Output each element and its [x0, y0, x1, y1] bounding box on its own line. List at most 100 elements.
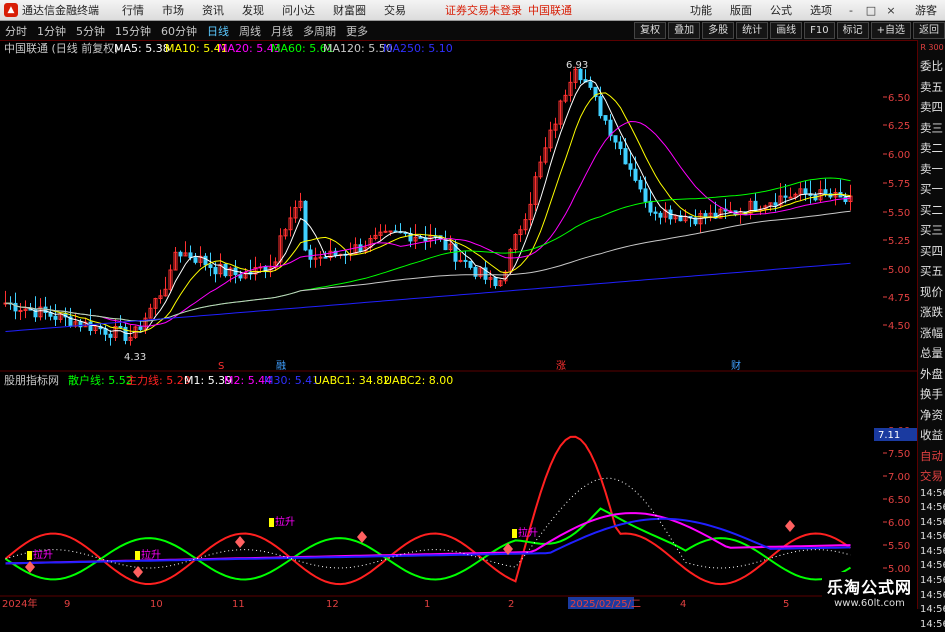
menu-discover[interactable]: 发现 [233, 2, 273, 18]
ma-line [5, 92, 851, 333]
y-tick-sub: 7.00 [888, 472, 910, 483]
x-axis-label: 2025/02/25/二 [570, 599, 641, 609]
candle-body [803, 188, 808, 195]
period-15min[interactable]: 15分钟 [110, 23, 156, 39]
multi-stock-button[interactable]: 多股 [702, 22, 735, 39]
x-axis-label: 12 [326, 599, 339, 609]
side-panel-item[interactable]: 14:56 [918, 530, 945, 545]
y-tick-main: 6.25 [888, 121, 910, 132]
side-panel-item[interactable]: 涨幅 [918, 323, 945, 344]
menu-wealth[interactable]: 财富圈 [324, 2, 375, 18]
side-panel-item[interactable]: 换手 [918, 384, 945, 405]
menu-ask[interactable]: 问小达 [273, 2, 324, 18]
sub-y-axis: 8.007.507.006.506.005.505.00 [883, 426, 910, 575]
candle-body [108, 333, 113, 338]
side-panel-item[interactable]: 涨跌 [918, 302, 945, 323]
y-tick-main: 5.75 [888, 179, 910, 190]
side-panel-item[interactable]: 净资 [918, 405, 945, 426]
uabc2-label: UABC2: 8.00 [384, 374, 453, 387]
menu-function[interactable]: 功能 [681, 2, 721, 18]
guest-label[interactable]: 游客 [915, 2, 937, 18]
restore-rights-button[interactable]: 复权 [634, 22, 667, 39]
ma-line [5, 79, 851, 335]
side-panel-item[interactable]: 现价 [918, 282, 945, 303]
side-panel-item[interactable]: 卖三 [918, 118, 945, 139]
side-panel-item[interactable]: 卖二 [918, 138, 945, 159]
mark-button[interactable]: 标记 [836, 22, 869, 39]
menu-market[interactable]: 市场 [153, 2, 193, 18]
side-panel-item[interactable]: 卖四 [918, 97, 945, 118]
candle-body [823, 189, 828, 195]
back-button[interactable]: 返回 [913, 22, 945, 39]
side-panel-item[interactable]: 14:56 [918, 501, 945, 516]
candle-body [843, 196, 848, 203]
chart-area[interactable]: 中国联通 (日线 前复权) MA5: 5.38 MA10: 5.41 MA20:… [0, 40, 917, 610]
side-panel-item[interactable]: 14:56 [918, 574, 945, 589]
side-panel-item[interactable]: 总量 [918, 343, 945, 364]
side-panel-item[interactable]: 买五 [918, 261, 945, 282]
side-panel-item[interactable]: 14:56 [918, 545, 945, 560]
menu-quotes[interactable]: 行情 [113, 2, 153, 18]
sub-chart-title: 股朋指标网 [4, 373, 59, 387]
minimize-button[interactable]: - [844, 4, 858, 17]
side-panel-item[interactable]: 买四 [918, 241, 945, 262]
signal-label: 拉升 [141, 548, 161, 561]
menu-layout[interactable]: 版面 [721, 2, 761, 18]
period-60min[interactable]: 60分钟 [156, 23, 202, 39]
login-alert[interactable]: 证券交易未登录 [445, 2, 522, 18]
draw-line-button[interactable]: 画线 [770, 22, 803, 39]
menu-options[interactable]: 选项 [801, 2, 841, 18]
moving-average-lines [5, 79, 851, 335]
low-price-label: 4.33 [124, 352, 146, 363]
candle-body [638, 179, 643, 190]
candle-body [753, 200, 758, 212]
y-tick-main: 5.00 [888, 265, 910, 276]
x-axis-label: 9 [64, 599, 70, 609]
y-tick-main: 6.00 [888, 150, 910, 161]
side-panel-item[interactable]: 14:56 [918, 559, 945, 574]
close-button[interactable]: × [884, 4, 898, 17]
period-multi[interactable]: 多周期 [298, 23, 341, 39]
side-panel-item[interactable]: 14:56 [918, 487, 945, 502]
menu-trade[interactable]: 交易 [375, 2, 415, 18]
side-panel-item[interactable]: 自动 [918, 446, 945, 467]
side-panel-item[interactable]: 交易 [918, 466, 945, 487]
menu-news[interactable]: 资讯 [193, 2, 233, 18]
signal-diamond-icon [133, 566, 143, 578]
side-panel-item[interactable]: 卖五 [918, 77, 945, 98]
candle-body [588, 81, 593, 88]
candle-body [138, 326, 143, 330]
ma5-label: MA5: 5.38 [114, 42, 170, 55]
period-1min[interactable]: 1分钟 [32, 23, 71, 39]
side-panel-item[interactable]: 14:56 [918, 589, 945, 604]
period-day[interactable]: 日线 [202, 23, 234, 39]
side-panel-item[interactable]: 收益 [918, 425, 945, 446]
f10-button[interactable]: F10 [804, 22, 835, 39]
side-panel-item[interactable]: 买三 [918, 220, 945, 241]
side-panel-item[interactable]: 外盘 [918, 364, 945, 385]
side-panel-item[interactable]: 委比 [918, 56, 945, 77]
side-panel-item[interactable]: 买一 [918, 179, 945, 200]
side-panel-item[interactable]: 14:56 [918, 516, 945, 531]
side-panel-item[interactable]: 卖一 [918, 159, 945, 180]
period-tick[interactable]: 分时 [0, 23, 32, 39]
period-toolbar: 分时 1分钟 5分钟 15分钟 60分钟 日线 周线 月线 多周期 更多 复权 … [0, 21, 945, 41]
overlay-button[interactable]: 叠加 [668, 22, 701, 39]
maximize-button[interactable]: □ [864, 4, 878, 17]
side-panel-item[interactable]: 买二 [918, 200, 945, 221]
period-week[interactable]: 周线 [234, 23, 266, 39]
side-panel-item[interactable]: 14:56 [918, 603, 945, 618]
period-5min[interactable]: 5分钟 [71, 23, 110, 39]
add-watchlist-button[interactable]: +自选 [870, 22, 911, 39]
ma-line [5, 210, 851, 322]
kline-chart-svg[interactable]: 中国联通 (日线 前复权) MA5: 5.38 MA10: 5.41 MA20:… [0, 40, 917, 610]
side-panel-item[interactable]: 14:56 [918, 618, 945, 632]
main-force-label: 主力线: 5.29 [126, 373, 191, 387]
candle-body [773, 202, 778, 206]
period-month[interactable]: 月线 [266, 23, 298, 39]
statistics-button[interactable]: 统计 [736, 22, 769, 39]
candle-body [13, 302, 18, 312]
signal-flag [135, 551, 140, 560]
period-more[interactable]: 更多 [341, 23, 373, 39]
menu-formula[interactable]: 公式 [761, 2, 801, 18]
